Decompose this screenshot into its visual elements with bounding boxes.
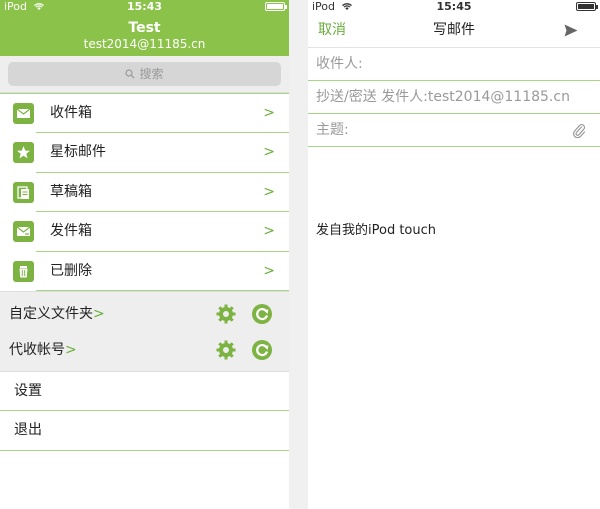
settings-list: 设置 退出 xyxy=(0,370,289,451)
account-name: Test xyxy=(128,20,161,36)
chevron-right-icon: > xyxy=(65,341,77,358)
mailbox-screen: iPod 15:43 Test test2014@11185.cn 搜索 收件箱… xyxy=(0,0,289,509)
folder-section: 自定义文件夹> 代收帐号> xyxy=(0,290,289,371)
cc-bcc-label: 抄送/密送 发件人:test2014@11185.cn xyxy=(316,89,570,105)
custom-folders-row: 自定义文件夹> xyxy=(0,296,289,332)
drafts-icon xyxy=(13,181,34,203)
chevron-right-icon: > xyxy=(263,262,275,279)
logout-item[interactable]: 退出 xyxy=(0,411,289,451)
settings-item[interactable]: 设置 xyxy=(0,372,289,412)
custom-folders-link[interactable]: 自定义文件夹> xyxy=(9,296,105,332)
mailbox-item-label: 收件箱 xyxy=(50,105,92,121)
refresh-icon[interactable] xyxy=(251,303,273,325)
mailbox-item-label: 发件箱 xyxy=(50,223,92,240)
mailbox-item-label: 星标邮件 xyxy=(50,144,106,161)
subject-label: 主题: xyxy=(316,122,349,138)
chevron-right-icon: > xyxy=(263,105,275,121)
collect-accounts-row: 代收帐号> xyxy=(0,332,289,368)
message-body-signature[interactable]: 发自我的iPod touch xyxy=(316,219,436,238)
search-icon xyxy=(125,69,136,79)
to-field[interactable]: 收件人: xyxy=(308,48,600,81)
collect-accounts-link[interactable]: 代收帐号> xyxy=(9,332,77,368)
mailbox-item-deleted[interactable]: 已删除 > xyxy=(13,252,289,291)
status-bar: iPod 15:45 xyxy=(308,0,600,13)
screen-divider xyxy=(289,0,308,509)
inbox-icon xyxy=(13,103,34,124)
page-title: 写邮件 xyxy=(433,22,475,38)
gear-icon[interactable] xyxy=(215,339,237,361)
subject-field[interactable]: 主题: xyxy=(308,114,600,147)
mailbox-list: 收件箱 > 星标邮件 > 草稿箱 > 发件箱 > 已删除 > xyxy=(0,93,289,291)
chevron-right-icon: > xyxy=(263,183,275,200)
mailbox-item-starred[interactable]: 星标邮件 > xyxy=(13,133,289,173)
outbox-icon xyxy=(13,221,34,243)
mailbox-item-label: 草稿箱 xyxy=(50,183,92,200)
status-bar: iPod 15:43 xyxy=(0,0,289,13)
paperclip-icon[interactable] xyxy=(572,123,586,138)
mailbox-item-drafts[interactable]: 草稿箱 > xyxy=(13,173,289,213)
search-placeholder: 搜索 xyxy=(139,67,164,81)
chevron-right-icon: > xyxy=(93,305,105,322)
account-header: iPod 15:43 Test test2014@11185.cn xyxy=(0,0,289,56)
compose-screen: iPod 15:45 取消 写邮件 收件人: 抄送/密送 发件人:test201… xyxy=(308,0,600,509)
status-time: 15:43 xyxy=(126,0,162,13)
gear-icon[interactable] xyxy=(215,303,237,325)
to-label: 收件人: xyxy=(316,56,363,72)
cc-bcc-field[interactable]: 抄送/密送 发件人:test2014@11185.cn xyxy=(308,81,600,114)
account-email: test2014@11185.cn xyxy=(83,37,206,51)
refresh-icon[interactable] xyxy=(251,339,273,361)
star-icon xyxy=(13,142,34,164)
mailbox-item-label: 已删除 xyxy=(50,262,92,279)
send-icon[interactable] xyxy=(564,24,578,37)
compose-nav-bar: 取消 写邮件 xyxy=(308,13,600,48)
battery-icon xyxy=(576,2,598,11)
chevron-right-icon: > xyxy=(263,223,275,240)
search-bar: 搜索 xyxy=(0,56,289,93)
battery-icon xyxy=(265,2,287,11)
mailbox-item-inbox[interactable]: 收件箱 > xyxy=(13,94,289,134)
trash-icon xyxy=(13,260,34,282)
custom-folders-label: 自定义文件夹 xyxy=(9,305,93,322)
status-time: 15:45 xyxy=(436,0,472,13)
search-input[interactable]: 搜索 xyxy=(8,62,281,86)
chevron-right-icon: > xyxy=(263,144,275,161)
collect-accounts-label: 代收帐号 xyxy=(9,341,65,358)
mailbox-item-outbox[interactable]: 发件箱 > xyxy=(13,212,289,252)
